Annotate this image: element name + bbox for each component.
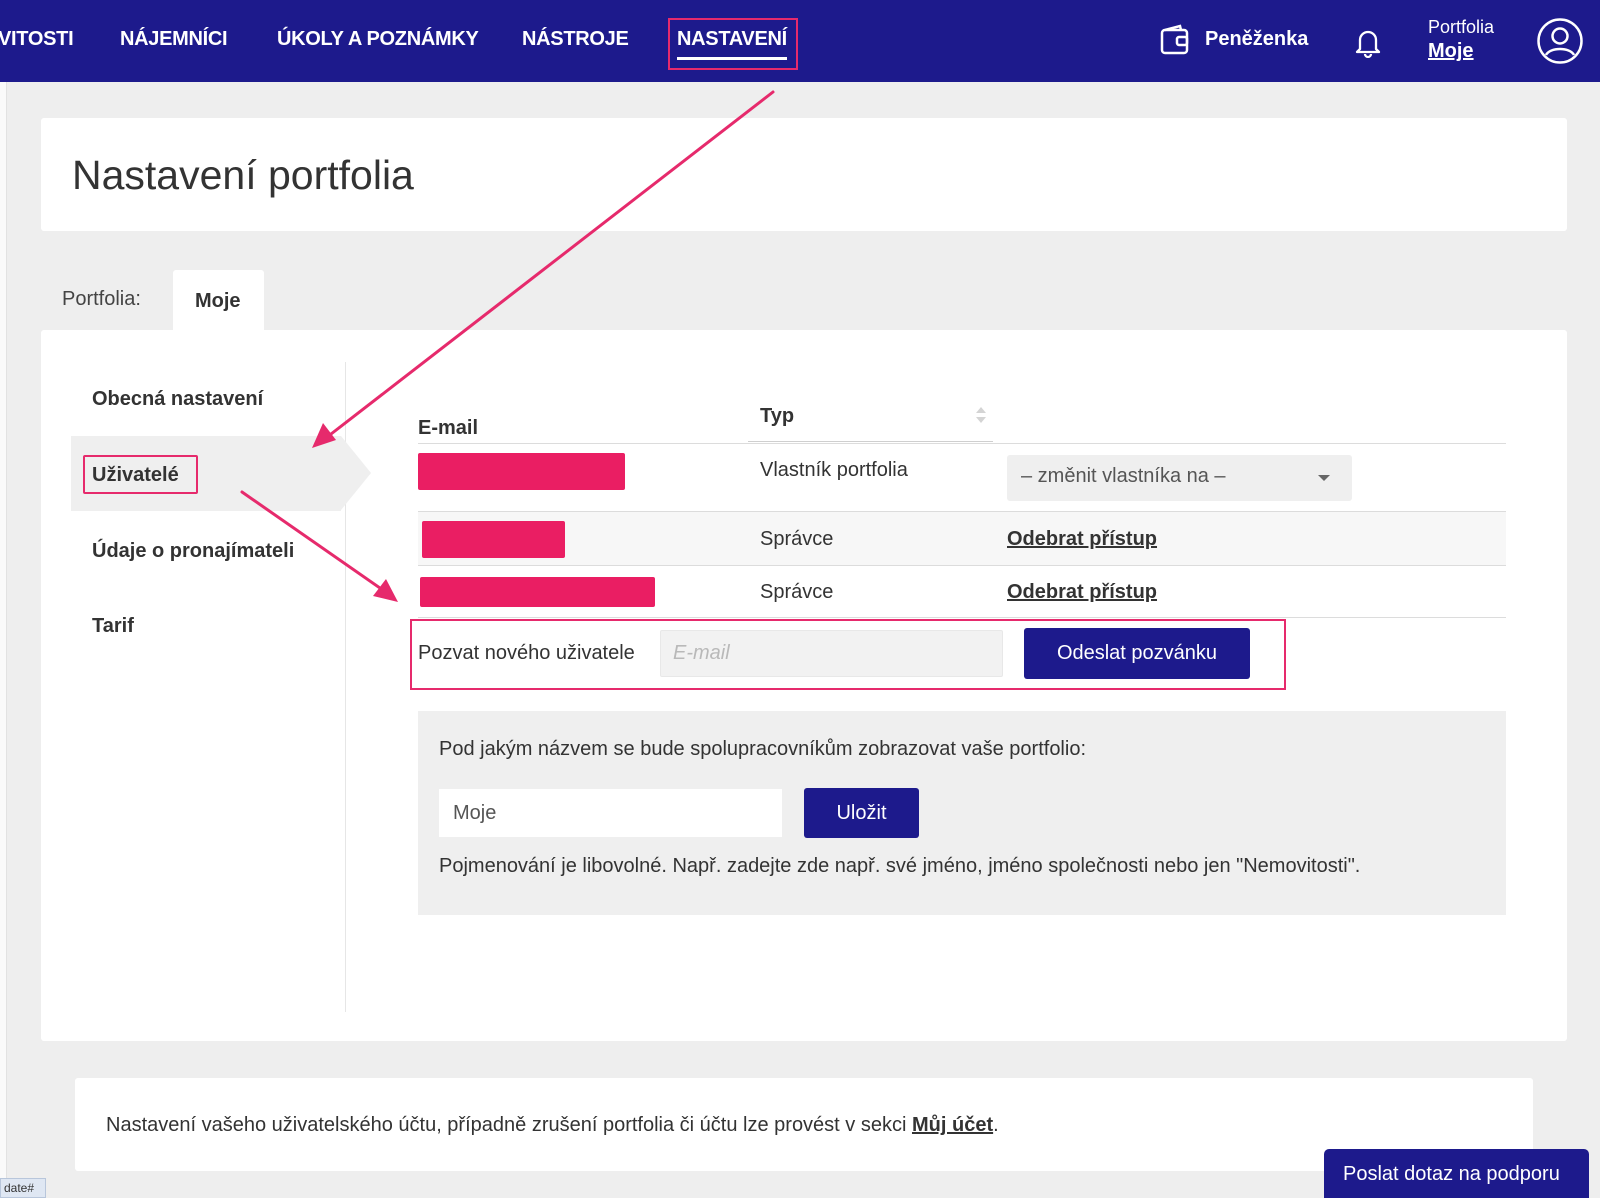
nav-item-nastroje[interactable]: NÁSTROJE: [522, 28, 629, 51]
portfolio-name-input[interactable]: [439, 789, 782, 837]
top-navigation-bar: VITOSTI NÁJEMNÍCI ÚKOLY A POZNÁMKY NÁSTR…: [0, 0, 1600, 82]
nav-active-highlight: [668, 18, 798, 70]
remove-access-link[interactable]: Odebrat přístup: [1007, 581, 1157, 604]
column-header-type[interactable]: Typ: [760, 405, 794, 428]
footer-text-end: .: [993, 1114, 999, 1136]
invite-label: Pozvat nového uživatele: [418, 642, 635, 664]
portfolio-name-hint: Pojmenování je libovolné. Např. zadejte …: [439, 855, 1361, 877]
table-row: [418, 512, 1506, 565]
nav-item-najemnici[interactable]: NÁJEMNÍCI: [120, 28, 228, 51]
nav-active-underline: [677, 57, 787, 60]
user-type-cell: Správce: [760, 528, 834, 550]
sidebar-active-arrow: [341, 436, 371, 510]
save-name-button[interactable]: Uložit: [804, 788, 919, 838]
redacted-email: [420, 577, 655, 607]
sidebar-item-tarif[interactable]: Tarif: [92, 615, 134, 638]
status-bar-url: date#: [0, 1178, 46, 1198]
type-header-underline: [748, 441, 993, 442]
tab-portfolio-moje[interactable]: Moje: [173, 270, 264, 332]
user-type-cell: Správce: [760, 581, 834, 603]
row-divider: [418, 617, 1506, 618]
portfolio-name-question: Pod jakým názvem se bude spolupracovníků…: [439, 738, 1087, 760]
change-owner-select[interactable]: – změnit vlastníka na –: [1007, 455, 1352, 501]
invite-email-input[interactable]: [660, 630, 1003, 677]
nav-item-nemovitosti[interactable]: VITOSTI: [0, 28, 74, 51]
bell-icon[interactable]: [1353, 26, 1383, 58]
account-settings-note: Nastavení vašeho uživatelského účtu, pří…: [106, 1114, 999, 1137]
redacted-email: [422, 521, 565, 558]
sort-icon[interactable]: [975, 405, 987, 425]
column-header-email[interactable]: E-mail: [418, 417, 478, 440]
footer-text: Nastavení vašeho uživatelského účtu, pří…: [106, 1114, 912, 1136]
sidebar-item-uzivatele[interactable]: Uživatelé: [92, 464, 179, 487]
remove-access-link[interactable]: Odebrat přístup: [1007, 528, 1157, 551]
portfolio-switch-label: Portfolia: [1428, 17, 1495, 37]
user-avatar-icon[interactable]: [1536, 17, 1584, 65]
change-owner-select-value: – změnit vlastníka na –: [1021, 465, 1226, 487]
tab-label: Moje: [195, 290, 241, 312]
chevron-down-icon: [1318, 475, 1330, 481]
support-chat-button[interactable]: Poslat dotaz na podporu: [1324, 1149, 1589, 1198]
send-invite-button[interactable]: Odeslat pozvánku: [1024, 628, 1250, 679]
portfolio-tabs-label: Portfolia:: [62, 288, 141, 310]
portfolio-switch-current[interactable]: Moje: [1428, 40, 1474, 63]
page-title: Nastavení portfolia: [72, 152, 414, 198]
redacted-email: [418, 453, 625, 490]
table-header-divider: [418, 443, 1506, 444]
nav-item-ukoly[interactable]: ÚKOLY A POZNÁMKY: [277, 28, 479, 51]
my-account-link[interactable]: Můj účet: [912, 1114, 993, 1136]
row-divider: [418, 565, 1506, 566]
user-type-cell: Vlastník portfolia: [760, 459, 908, 481]
sidebar-item-obecna-nastaveni[interactable]: Obecná nastavení: [92, 388, 263, 411]
sidebar-item-udaje-o-pronajimateli[interactable]: Údaje o pronajímateli: [92, 540, 294, 563]
left-page-edge: [0, 82, 7, 1198]
wallet-link[interactable]: Peněženka: [1205, 28, 1308, 51]
wallet-icon[interactable]: [1160, 24, 1190, 56]
